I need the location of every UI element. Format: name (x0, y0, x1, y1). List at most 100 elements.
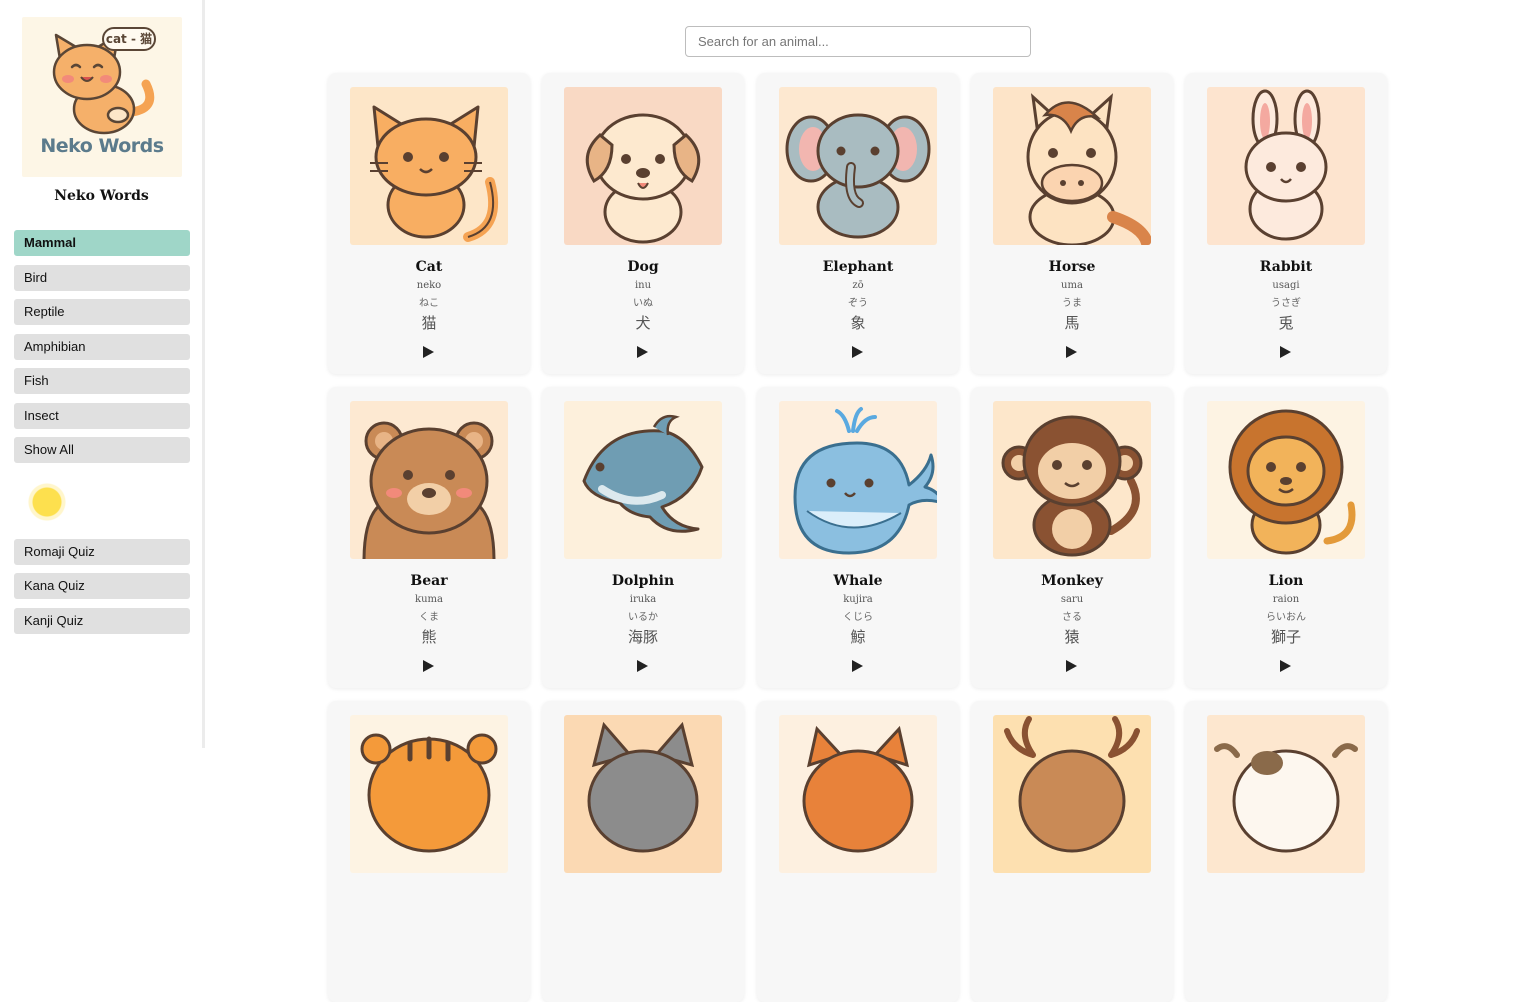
monkey-illustration (993, 401, 1151, 559)
romaji: usagi (1272, 280, 1300, 291)
animal-card (542, 701, 744, 1002)
rabbit-illustration (1207, 87, 1365, 245)
animal-card (1185, 701, 1387, 1002)
animal-card: Whale kujira くじら 鯨 (757, 387, 959, 688)
kana-quiz-button[interactable]: Kana Quiz (14, 573, 190, 599)
romaji: kujira (843, 594, 873, 605)
horse-image (1026, 93, 1151, 245)
wolf-image (587, 721, 699, 853)
kana: さる (1062, 612, 1082, 623)
kanji: 海豚 (627, 628, 658, 646)
logo-text: Neko Words (40, 135, 164, 157)
search-input[interactable] (685, 26, 1031, 57)
romaji: iruka (629, 594, 657, 605)
speech-bubble: cat - 猫 (102, 27, 156, 51)
english-name: Dolphin (611, 573, 675, 589)
english-name: Whale (833, 573, 883, 589)
whale-illustration (779, 401, 937, 559)
kana: ねこ (419, 298, 439, 309)
romaji: zō (852, 280, 864, 291)
english-name: Elephant (822, 259, 894, 275)
dolphin-illustration (564, 401, 722, 559)
english-name: Bear (410, 573, 448, 589)
cat-image (370, 105, 499, 242)
dog-illustration (564, 87, 722, 245)
romaji: uma (1061, 280, 1083, 291)
kana: らいおん (1266, 612, 1306, 623)
kana: くま (419, 612, 439, 623)
play-audio-icon[interactable] (1064, 659, 1078, 673)
cow-image (1214, 743, 1358, 853)
app-name: Neko Words (54, 188, 149, 204)
fox-image (802, 725, 914, 853)
kana: くじら (843, 612, 873, 623)
animal-card (971, 701, 1173, 1002)
cow-illustration (1207, 715, 1365, 873)
category-mammal-button[interactable]: Mammal (14, 230, 190, 256)
whale-image (793, 407, 937, 555)
play-audio-icon[interactable] (1278, 345, 1292, 359)
bear-image (362, 421, 496, 559)
animal-card: Dolphin iruka いるか 海豚 (542, 387, 744, 688)
play-audio-icon[interactable] (421, 659, 435, 673)
play-audio-icon[interactable] (1064, 345, 1078, 359)
english-name: Rabbit (1259, 259, 1313, 275)
dog-image (585, 113, 701, 244)
fox-illustration (779, 715, 937, 873)
play-audio-icon[interactable] (1278, 659, 1292, 673)
english-name: Cat (415, 259, 443, 275)
kana: うま (1062, 298, 1082, 309)
romaji: kuma (415, 594, 443, 605)
animal-card: Rabbit usagi うさぎ 兎 (1185, 73, 1387, 374)
dolphin-image (582, 414, 704, 533)
category-fish-button[interactable]: Fish (14, 368, 190, 394)
animal-card (757, 701, 959, 1002)
kana: いぬ (633, 298, 653, 309)
play-audio-icon[interactable] (850, 659, 864, 673)
animal-card: Cat neko ねこ 猫 (328, 73, 530, 374)
kanji: 鯨 (850, 628, 866, 646)
tiger-illustration (350, 715, 508, 873)
kanji: 兎 (1278, 314, 1294, 332)
cat-illustration (350, 87, 508, 245)
english-name: Horse (1048, 259, 1096, 275)
romaji-quiz-button[interactable]: Romaji Quiz (14, 539, 190, 565)
animal-card: Elephant zō ぞう 象 (757, 73, 959, 374)
animal-card: Horse uma うま 馬 (971, 73, 1173, 374)
romaji: saru (1060, 594, 1084, 605)
lion-illustration (1207, 401, 1365, 559)
play-audio-icon[interactable] (635, 659, 649, 673)
category-bird-button[interactable]: Bird (14, 265, 190, 291)
rabbit-image (1244, 89, 1328, 241)
kanji-quiz-button[interactable]: Kanji Quiz (14, 608, 190, 634)
deer-image (1004, 716, 1140, 853)
app-logo: cat - 猫 Neko Words (22, 17, 182, 177)
kana: いるか (628, 612, 658, 623)
bear-illustration (350, 401, 508, 559)
kanji: 猿 (1064, 628, 1080, 646)
show-all-button[interactable]: Show All (14, 437, 190, 463)
english-name: Monkey (1041, 573, 1103, 589)
sidebar: cat - 猫 Neko Words Neko Words Mammal Bir… (0, 0, 205, 748)
romaji: inu (634, 280, 652, 291)
play-audio-icon[interactable] (635, 345, 649, 359)
play-audio-icon[interactable] (421, 345, 435, 359)
kanji: 獅子 (1270, 628, 1301, 646)
horse-illustration (993, 87, 1151, 245)
category-insect-button[interactable]: Insect (14, 403, 190, 429)
monkey-image (1001, 415, 1143, 557)
category-reptile-button[interactable]: Reptile (14, 299, 190, 325)
animal-card: Monkey saru さる 猿 (971, 387, 1173, 688)
category-amphibian-button[interactable]: Amphibian (14, 334, 190, 360)
lion-image (1228, 409, 1356, 555)
play-audio-icon[interactable] (850, 345, 864, 359)
sun-icon[interactable] (27, 482, 67, 522)
animal-card: Lion raion らいおん 獅子 (1185, 387, 1387, 688)
tiger-image (360, 733, 498, 853)
elephant-illustration (779, 87, 937, 245)
animal-card: Bear kuma くま 熊 (328, 387, 530, 688)
kanji: 馬 (1064, 314, 1080, 332)
kana: ぞう (848, 298, 868, 309)
kanji: 象 (850, 314, 866, 332)
kanji: 猫 (421, 314, 437, 332)
